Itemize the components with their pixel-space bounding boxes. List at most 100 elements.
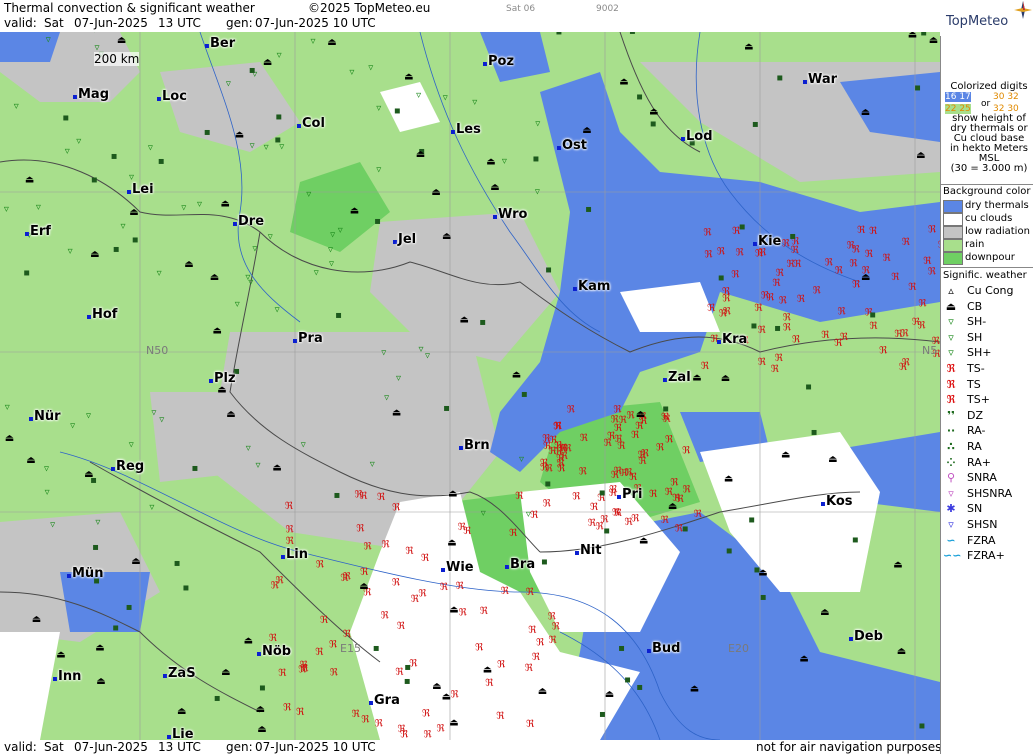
weather-symbol: ℜ <box>835 265 844 276</box>
weather-symbol: ⏏ <box>538 686 547 697</box>
gen-label: gen: <box>226 16 253 30</box>
weather-symbol: ▿ <box>502 156 507 167</box>
topmeteo-logo[interactable]: TopMeteo <box>940 0 1033 36</box>
legend-divider <box>941 267 1033 268</box>
weather-symbol: ▿ <box>301 439 306 450</box>
city-label-hof[interactable]: Hof <box>92 307 117 322</box>
city-label-lod[interactable]: Lod <box>686 129 713 144</box>
weather-symbol: ℜ <box>776 268 785 279</box>
weather-symbol: ℜ <box>286 525 295 536</box>
weather-symbol: ▿ <box>268 231 273 242</box>
background-legend-title: Background color <box>943 186 1031 197</box>
city-label-wro[interactable]: Wro <box>498 207 527 222</box>
city-label-brn[interactable]: Brn <box>464 438 490 453</box>
valid-label: valid: <box>4 16 37 30</box>
weather-symbol: ℜ <box>278 668 287 679</box>
weather-symbol: ℜ <box>343 572 352 583</box>
weather-symbol: ▪ <box>599 488 606 499</box>
city-label-ber[interactable]: Ber <box>210 36 235 51</box>
city-marker <box>617 495 621 499</box>
weather-symbol: ℜ <box>509 528 518 539</box>
city-label-wie[interactable]: Wie <box>446 560 474 575</box>
weather-symbol-label: FZRA <box>967 533 996 547</box>
footer-valid-date: 07-Jun-2025 <box>74 740 148 754</box>
weather-symbol-icon: ▿ <box>948 330 954 344</box>
city-label-poz[interactable]: Poz <box>488 54 514 69</box>
weather-symbol: ▿ <box>235 299 240 310</box>
weather-symbol: ℜ <box>418 589 427 600</box>
weather-symbol: ⏏ <box>210 272 219 283</box>
city-label-zal[interactable]: Zal <box>668 370 691 385</box>
weather-symbol: ▪ <box>624 675 631 686</box>
weather-symbol: ▪ <box>91 174 98 185</box>
city-label-war[interactable]: War <box>808 72 837 87</box>
weather-symbol: ℜ <box>928 267 937 278</box>
weather-symbol: ▿ <box>149 502 154 513</box>
weather-symbol: ▿ <box>328 245 333 256</box>
weather-symbol: ▿ <box>443 92 448 103</box>
weather-symbol-label: SH- <box>967 315 987 329</box>
weather-symbol: ⏏ <box>25 175 34 186</box>
weather-symbol: ⏏ <box>84 469 93 480</box>
city-label-gra[interactable]: Gra <box>374 693 400 708</box>
weather-symbol: ⏏ <box>619 77 628 88</box>
weather-symbol: ⏏ <box>483 665 492 676</box>
weather-symbol: ℜ <box>663 414 672 425</box>
weather-symbol: ℜ <box>627 410 636 421</box>
city-label-lie[interactable]: Lie <box>172 727 194 740</box>
weather-symbol: ▪ <box>126 602 133 613</box>
weather-symbol: ℜ <box>400 730 409 740</box>
city-label-jel[interactable]: Jel <box>398 232 416 247</box>
weather-symbol: ℜ <box>772 278 781 289</box>
city-label-deb[interactable]: Deb <box>854 629 883 644</box>
city-label-inn[interactable]: Inn <box>58 669 81 684</box>
city-label-lin[interactable]: Lin <box>286 547 308 562</box>
city-label-nöb[interactable]: Nöb <box>262 644 291 659</box>
weather-symbol: ▿ <box>181 203 186 214</box>
city-label-nür[interactable]: Nür <box>34 409 61 424</box>
weather-map[interactable]: ▿ ▿ ▿ ▿ ▿ ▿ ▿ ▿ ▿ ▿ ▿ ▿ ▿ ▿ ▿ ▿ ▿ ▿ ▿ ▿ ▿ ▿ ▿ ▿ ▿ ▿ ▿ ▿ ▿ ▿ ▿ ▿ ▿ ▿ ▿ ▿ ▿ ▿ ▿ ▿… <box>0 32 940 740</box>
weather-symbol: ℜ <box>754 303 763 314</box>
legend-swatch-label: dry thermals <box>965 200 1029 211</box>
city-marker <box>753 242 757 246</box>
city-label-kra[interactable]: Kra <box>722 332 747 347</box>
city-label-les[interactable]: Les <box>456 122 481 137</box>
weather-symbol: ℜ <box>330 668 339 679</box>
weather-symbol: ⏏ <box>129 207 138 218</box>
weather-symbol: ▪ <box>335 310 342 321</box>
city-label-mag[interactable]: Mag <box>78 87 109 102</box>
weather-symbol: ℜ <box>869 226 878 237</box>
city-label-kie[interactable]: Kie <box>758 234 781 249</box>
city-label-col[interactable]: Col <box>302 116 325 131</box>
weather-symbol: ▪ <box>585 204 592 215</box>
city-marker <box>281 555 285 559</box>
city-marker <box>681 137 685 141</box>
weather-symbol: ℜ <box>908 282 917 293</box>
city-label-loc[interactable]: Loc <box>162 89 187 104</box>
city-label-mün[interactable]: Mün <box>72 566 103 581</box>
city-label-pra[interactable]: Pra <box>298 331 323 346</box>
city-label-ost[interactable]: Ost <box>562 138 587 153</box>
weather-symbol: ▪ <box>192 463 199 474</box>
city-label-pri[interactable]: Pri <box>622 487 642 502</box>
city-label-zas[interactable]: ZaS <box>168 666 196 681</box>
city-label-lei[interactable]: Lei <box>132 182 154 197</box>
city-label-reg[interactable]: Reg <box>116 459 144 474</box>
city-label-kam[interactable]: Kam <box>578 279 610 294</box>
weather-symbol: ℜ <box>707 303 716 314</box>
city-label-bra[interactable]: Bra <box>510 557 535 572</box>
weather-symbol: ⏏ <box>690 684 699 695</box>
city-label-bud[interactable]: Bud <box>652 641 680 656</box>
city-label-kos[interactable]: Kos <box>826 494 853 509</box>
city-label-erf[interactable]: Erf <box>30 224 51 239</box>
weather-symbol-icon: ℜ <box>946 377 956 391</box>
city-label-dre[interactable]: Dre <box>238 214 264 229</box>
weather-symbol: ▪ <box>174 558 181 569</box>
weather-symbol: ⏏ <box>449 604 458 615</box>
weather-symbol: ⏏ <box>235 129 244 140</box>
city-label-plz[interactable]: Plz <box>214 371 236 386</box>
city-label-nit[interactable]: Nit <box>580 543 602 558</box>
weather-symbol: ℜ <box>891 272 900 283</box>
city-marker <box>205 44 209 48</box>
weather-symbol: ▪ <box>852 535 859 546</box>
